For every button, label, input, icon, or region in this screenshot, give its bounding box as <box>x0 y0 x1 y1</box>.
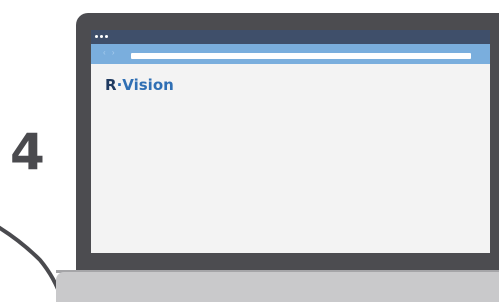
rvision-logo: R·Vision <box>105 76 174 94</box>
logo-text: ·Vision <box>116 76 174 94</box>
window-dot-icon[interactable] <box>105 35 108 38</box>
browser-title-bar <box>91 30 490 44</box>
logo-r: R <box>105 76 117 94</box>
window-dot-icon[interactable] <box>100 35 103 38</box>
address-bar[interactable] <box>131 53 471 59</box>
window-controls <box>95 35 108 38</box>
window-dot-icon[interactable] <box>95 35 98 38</box>
browser-toolbar: ‹ › <box>91 44 490 64</box>
laptop-screen: ‹ › R·Vision <box>91 30 490 253</box>
nav-arrows-icon[interactable]: ‹ › <box>103 48 117 58</box>
laptop-base <box>56 272 499 302</box>
